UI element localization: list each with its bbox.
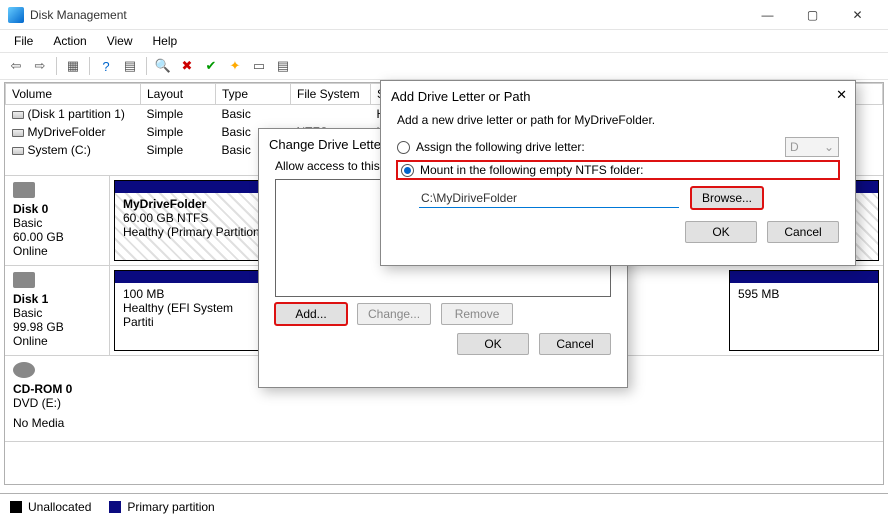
col-layout[interactable]: Layout bbox=[141, 84, 216, 105]
col-filesystem[interactable]: File System bbox=[291, 84, 371, 105]
drive-letter-select[interactable]: D ⌄ bbox=[785, 137, 839, 157]
mount-folder-radio[interactable]: Mount in the following empty NTFS folder… bbox=[397, 161, 839, 179]
assign-letter-radio[interactable]: Assign the following drive letter: D ⌄ bbox=[397, 137, 839, 157]
legend: Unallocated Primary partition bbox=[0, 493, 888, 519]
delete-icon[interactable]: ✖ bbox=[177, 56, 197, 76]
app-icon bbox=[8, 7, 24, 23]
mount-path-input[interactable] bbox=[419, 189, 679, 208]
col-volume[interactable]: Volume bbox=[6, 84, 141, 105]
col-type[interactable]: Type bbox=[216, 84, 291, 105]
volume-icon bbox=[12, 147, 24, 155]
menu-action[interactable]: Action bbox=[43, 32, 96, 50]
disk-icon[interactable]: ▭ bbox=[249, 56, 269, 76]
help-icon[interactable]: ? bbox=[96, 56, 116, 76]
dialog-title: Add Drive Letter or Path bbox=[381, 81, 855, 111]
ok-button[interactable]: OK bbox=[685, 221, 757, 243]
new-icon[interactable]: ✦ bbox=[225, 56, 245, 76]
radio-icon bbox=[401, 164, 414, 177]
disk-info: CD-ROM 0 DVD (E:) No Media bbox=[5, 356, 110, 441]
change-button[interactable]: Change... bbox=[357, 303, 431, 325]
menubar: File Action View Help bbox=[0, 30, 888, 52]
partition-stripe bbox=[115, 271, 263, 283]
cdrom-icon bbox=[13, 362, 35, 378]
cancel-button[interactable]: Cancel bbox=[767, 221, 839, 243]
cancel-button[interactable]: Cancel bbox=[539, 333, 611, 355]
window-titlebar: Disk Management — ▢ ✕ bbox=[0, 0, 888, 30]
check-icon[interactable]: ✔ bbox=[201, 56, 221, 76]
dialog-subtitle: Add a new drive letter or path for MyDri… bbox=[381, 111, 855, 133]
grid-icon[interactable]: ▦ bbox=[63, 56, 83, 76]
settings-icon[interactable]: ▤ bbox=[120, 56, 140, 76]
separator bbox=[56, 57, 57, 75]
close-button[interactable]: ✕ bbox=[835, 0, 880, 30]
list-icon[interactable]: ▤ bbox=[273, 56, 293, 76]
add-drive-letter-dialog: Add Drive Letter or Path ✕ Add a new dri… bbox=[380, 80, 856, 266]
partition[interactable]: 100 MB Healthy (EFI System Partiti bbox=[114, 270, 264, 351]
volume-icon bbox=[12, 111, 24, 119]
menu-file[interactable]: File bbox=[4, 32, 43, 50]
disk-info: Disk 1 Basic 99.98 GB Online bbox=[5, 266, 110, 355]
browse-button[interactable]: Browse... bbox=[691, 187, 763, 209]
radio-icon bbox=[397, 141, 410, 154]
forward-icon[interactable]: ⇨ bbox=[30, 56, 50, 76]
window-title: Disk Management bbox=[30, 8, 745, 22]
back-icon[interactable]: ⇦ bbox=[6, 56, 26, 76]
disk-icon bbox=[13, 272, 35, 288]
legend-swatch-primary bbox=[109, 501, 121, 513]
close-icon[interactable]: ✕ bbox=[836, 87, 847, 103]
menu-view[interactable]: View bbox=[97, 32, 143, 50]
maximize-button[interactable]: ▢ bbox=[790, 0, 835, 30]
separator bbox=[89, 57, 90, 75]
partition-stripe bbox=[730, 271, 878, 283]
search-icon[interactable]: 🔍 bbox=[153, 56, 173, 76]
add-button[interactable]: Add... bbox=[275, 303, 347, 325]
partition[interactable]: 595 MB bbox=[729, 270, 879, 351]
volume-icon bbox=[12, 129, 24, 137]
separator bbox=[146, 57, 147, 75]
menu-help[interactable]: Help bbox=[143, 32, 188, 50]
disk-info: Disk 0 Basic 60.00 GB Online bbox=[5, 176, 110, 265]
chevron-down-icon: ⌄ bbox=[824, 140, 834, 154]
disk-icon bbox=[13, 182, 35, 198]
remove-button[interactable]: Remove bbox=[441, 303, 513, 325]
minimize-button[interactable]: — bbox=[745, 0, 790, 30]
toolbar: ⇦ ⇨ ▦ ? ▤ 🔍 ✖ ✔ ✦ ▭ ▤ bbox=[0, 52, 888, 80]
ok-button[interactable]: OK bbox=[457, 333, 529, 355]
legend-swatch-unallocated bbox=[10, 501, 22, 513]
